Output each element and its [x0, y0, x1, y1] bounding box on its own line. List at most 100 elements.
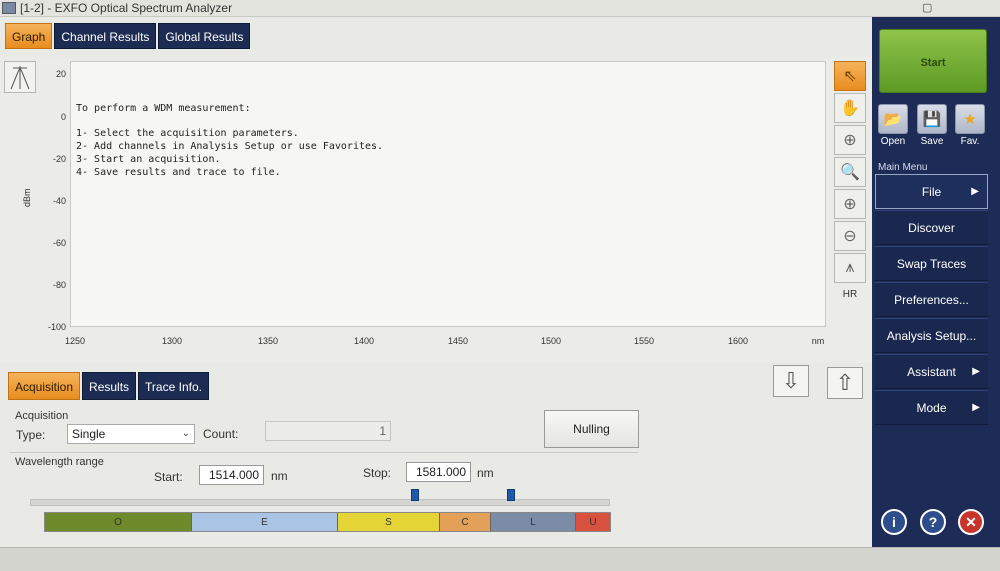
submenu-arrow-icon: ▶	[972, 402, 980, 413]
count-label: Count:	[203, 427, 239, 441]
exit-button[interactable]: ✕	[958, 509, 984, 535]
zoom-out-icon: ⊖	[843, 228, 857, 245]
y-tick: -80	[52, 280, 66, 290]
star-icon: ★	[963, 111, 977, 128]
chevron-down-icon: ⌄	[181, 428, 190, 439]
y-tick: 0	[60, 112, 66, 122]
menu-item-analysis-setup[interactable]: Analysis Setup...	[875, 318, 988, 353]
x-tick: 1250	[64, 336, 86, 346]
y-tick: -100	[47, 322, 66, 332]
hr-button[interactable]: HR	[834, 285, 866, 303]
stop-slider-handle[interactable]	[507, 489, 515, 501]
band-label: C	[461, 516, 469, 528]
top-tabs: Graph Channel Results Global Results	[5, 23, 251, 49]
help-button[interactable]: ?	[920, 509, 946, 535]
exit-icon: ✕	[965, 513, 977, 530]
menu-item-swap-traces[interactable]: Swap Traces	[875, 246, 988, 281]
instruction-title: To perform a WDM measurement:	[76, 103, 251, 114]
save-label: Save	[920, 136, 944, 147]
zoom-in-tool[interactable]: ⊕	[834, 189, 866, 219]
zoom-tool[interactable]: 🔍	[834, 157, 866, 187]
type-label: Type:	[16, 428, 46, 442]
band-label: O	[114, 516, 122, 528]
count-field[interactable]: 1	[265, 421, 391, 441]
pointer-tool[interactable]: ⇖	[834, 61, 866, 91]
menu-item-file[interactable]: File ▶	[875, 174, 988, 209]
band-label: E	[261, 516, 268, 528]
nulling-button[interactable]: Nulling	[544, 410, 639, 448]
save-disk-icon: 💾	[922, 111, 942, 128]
zoom-area-icon: ⊕	[843, 132, 857, 149]
x-tick: 1450	[447, 336, 469, 346]
x-unit: nm	[811, 336, 825, 346]
band-bar: O E S C L U	[44, 512, 611, 532]
pan-hand-icon: ✋	[840, 100, 860, 117]
arrow-down-icon: ⇩	[781, 368, 801, 393]
band-c: C	[440, 513, 491, 531]
menu-item-mode[interactable]: Mode ▶	[875, 390, 988, 425]
zoom-area-tool[interactable]: ⊕	[834, 125, 866, 155]
status-strip	[0, 547, 1000, 571]
tab-channel-results[interactable]: Channel Results	[54, 23, 157, 49]
x-tick: 1550	[633, 336, 655, 346]
graph-area: dBm 20 0 -20 -40 -60 -80 -100 To perform…	[0, 57, 872, 362]
save-button[interactable]: 💾	[917, 104, 947, 134]
band-s: S	[338, 513, 440, 531]
wavelength-group-label: Wavelength range	[15, 456, 104, 468]
type-select[interactable]: Single ⌄	[67, 424, 195, 444]
menu-item-label: Preferences...	[894, 292, 969, 307]
start-button[interactable]: Start	[879, 29, 987, 93]
info-button[interactable]: i	[881, 509, 907, 535]
divider	[10, 452, 638, 453]
wavelength-slider-track[interactable]	[30, 499, 610, 506]
x-tick: 1350	[257, 336, 279, 346]
trace-marker-tool[interactable]	[4, 61, 36, 93]
band-u: U	[576, 513, 610, 531]
full-view-tool[interactable]: ⩚	[834, 253, 866, 283]
type-value: Single	[72, 427, 106, 441]
menu-item-discover[interactable]: Discover	[875, 210, 988, 245]
menu-item-label: Assistant	[907, 364, 956, 379]
tab-acquisition[interactable]: Acquisition	[8, 372, 81, 400]
menu-item-label: Swap Traces	[896, 256, 967, 271]
band-label: U	[589, 516, 597, 528]
collapse-down-button[interactable]: ⇩	[773, 365, 809, 397]
menu-item-label: File	[921, 184, 942, 199]
arrow-up-icon: ⇧	[835, 370, 855, 395]
instruction-step: 2- Add channels in Analysis Setup or use…	[76, 141, 384, 152]
instruction-step: 4- Save results and trace to file.	[76, 167, 281, 178]
tab-graph[interactable]: Graph	[5, 23, 53, 49]
graph-toolbar: ⇖ ✋ ⊕ 🔍 ⊕ ⊖ ⩚ HR	[834, 61, 866, 305]
bottom-tabs: Acquisition Results Trace Info.	[8, 372, 209, 400]
info-icon: i	[892, 514, 896, 530]
restore-icon[interactable]: ▢	[922, 1, 932, 14]
start-slider-handle[interactable]	[411, 489, 419, 501]
menu-item-label: Mode	[916, 400, 947, 415]
stop-unit: nm	[477, 466, 494, 480]
band-label: L	[530, 516, 536, 528]
y-tick: -20	[52, 154, 66, 164]
full-view-icon: ⩚	[845, 259, 855, 276]
zoom-out-tool[interactable]: ⊖	[834, 221, 866, 251]
submenu-arrow-icon: ▶	[971, 186, 979, 197]
tab-global-results[interactable]: Global Results	[158, 23, 251, 49]
tab-results[interactable]: Results	[82, 372, 137, 400]
band-l: L	[491, 513, 576, 531]
menu-item-preferences[interactable]: Preferences...	[875, 282, 988, 317]
app-icon	[2, 2, 16, 14]
pan-tool[interactable]: ✋	[834, 93, 866, 123]
window-title: [1-2] - EXFO Optical Spectrum Analyzer	[20, 1, 233, 15]
start-wavelength-field[interactable]: 1514.000	[199, 465, 264, 485]
x-tick: 1600	[727, 336, 749, 346]
expand-up-button[interactable]: ⇧	[827, 367, 863, 399]
open-button[interactable]: 📂	[878, 104, 908, 134]
stop-wavelength-field[interactable]: 1581.000	[406, 462, 471, 482]
favorites-button[interactable]: ★	[955, 104, 985, 134]
menu-item-assistant[interactable]: Assistant ▶	[875, 354, 988, 389]
tab-trace-info[interactable]: Trace Info.	[138, 372, 209, 400]
submenu-arrow-icon: ▶	[972, 366, 980, 377]
main-menu-title: Main Menu	[878, 162, 928, 173]
y-tick: -60	[52, 238, 66, 248]
spectrum-plot[interactable]	[70, 61, 826, 327]
y-axis-label: dBm	[22, 188, 32, 207]
